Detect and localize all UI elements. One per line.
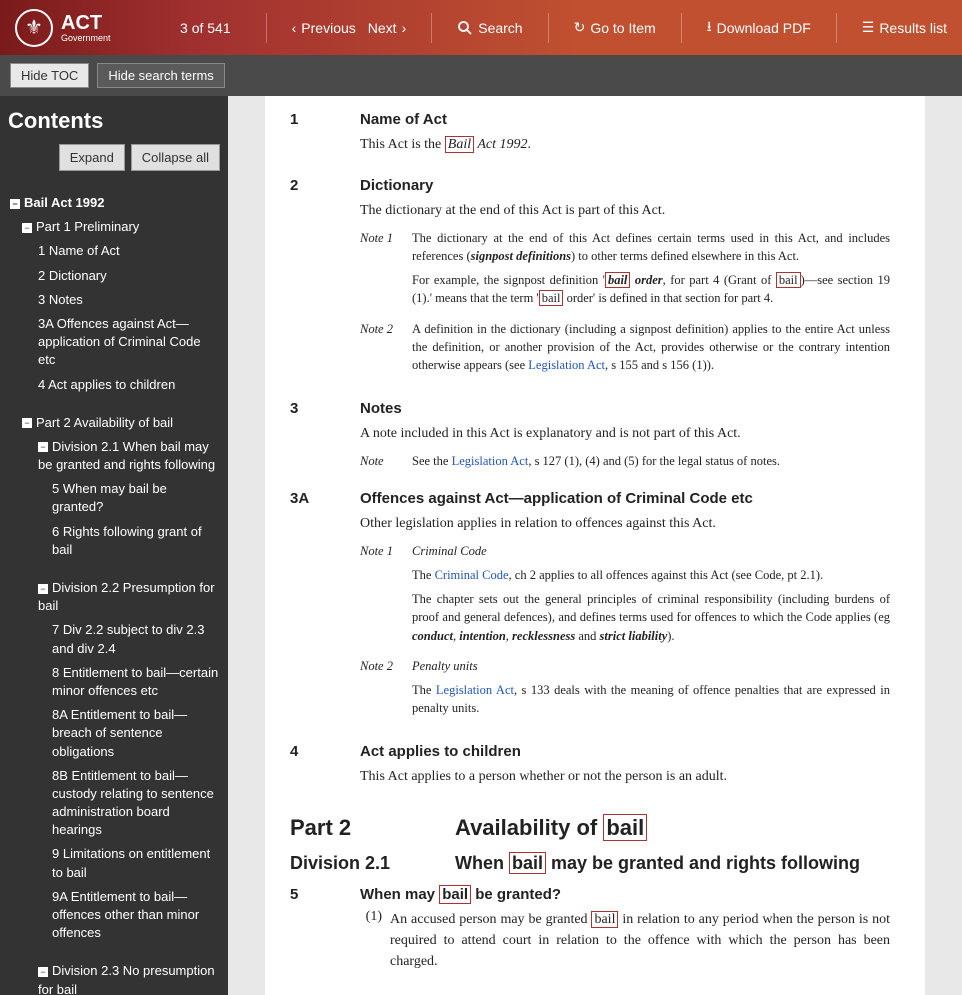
part-heading: Part 2 Availability of bail	[290, 815, 890, 841]
toc-item[interactable]: −Division 2.3 No presumption for bail	[38, 959, 220, 995]
section-number: 2	[290, 177, 360, 386]
toc-item[interactable]: 9 Limitations on entitlement to bail	[52, 842, 220, 884]
section-title: Notes	[360, 400, 890, 417]
document-area: 1 Name of Act This Act is the Bail Act 1…	[228, 96, 962, 995]
section-title: When may bail be granted?	[360, 886, 890, 903]
hide-search-terms-button[interactable]: Hide search terms	[97, 63, 224, 88]
toolbar: Hide TOC Hide search terms	[0, 55, 962, 96]
search-button[interactable]: Search	[457, 20, 522, 36]
toc-item[interactable]: 8A Entitlement to bail—breach of sentenc…	[52, 703, 220, 764]
chevron-right-icon: ›	[402, 20, 407, 36]
document-page: 1 Name of Act This Act is the Bail Act 1…	[265, 96, 925, 995]
toc-item[interactable]: −Division 2.1 When bail may be granted a…	[38, 435, 220, 477]
section-number: 3	[290, 400, 360, 476]
chevron-left-icon: ‹	[292, 20, 297, 36]
note: Note 1 Criminal Code The Criminal Code, …	[360, 542, 890, 651]
results-button[interactable]: ☰ Results list	[862, 19, 947, 36]
subsection: (1) An accused person may be granted bai…	[360, 909, 890, 972]
collapse-icon[interactable]: −	[38, 967, 48, 977]
toc-item[interactable]: −Bail Act 1992	[10, 191, 220, 215]
toc-item[interactable]: 5 When may bail be granted?	[52, 477, 220, 519]
sidebar-title: Contents	[8, 108, 220, 134]
goto-icon: ↻	[574, 19, 586, 36]
toc-item[interactable]: −Division 2.2 Presumption for bail	[38, 576, 220, 618]
note: Note 1 The dictionary at the end of this…	[360, 229, 890, 314]
highlight: bail	[605, 272, 630, 288]
goto-button[interactable]: ↻ Go to Item	[574, 19, 656, 36]
toc-item[interactable]: 6 Rights following grant of bail	[52, 520, 220, 562]
collapse-icon[interactable]: −	[22, 223, 32, 233]
next-button[interactable]: Next ›	[368, 20, 406, 36]
logo-emblem-icon: ⚜	[15, 9, 53, 47]
download-icon: ⭳	[707, 16, 712, 40]
toc-item[interactable]: 4 Act applies to children	[38, 373, 220, 397]
collapse-icon[interactable]: −	[38, 584, 48, 594]
highlight: bail	[776, 272, 801, 288]
note: Note 2 A definition in the dictionary (i…	[360, 320, 890, 380]
division-heading: Division 2.1 When bail may be granted an…	[290, 853, 890, 874]
highlight: bail	[439, 885, 471, 904]
document-scroll[interactable]: 1 Name of Act This Act is the Bail Act 1…	[228, 96, 962, 995]
section-number: 5	[290, 886, 360, 972]
highlight: bail	[591, 911, 618, 928]
page-counter: 3 of 541	[180, 20, 231, 36]
section-title: Name of Act	[360, 111, 890, 128]
hide-toc-button[interactable]: Hide TOC	[10, 63, 89, 88]
top-header: ⚜ ACT Government 3 of 541 ‹ Previous Nex…	[0, 0, 962, 55]
logo-sub: Government	[61, 33, 111, 43]
divider	[431, 13, 432, 43]
list-icon: ☰	[862, 19, 875, 36]
section-title: Act applies to children	[360, 743, 890, 760]
section-text: A note included in this Act is explanato…	[360, 423, 890, 444]
toc-item[interactable]: 3 Notes	[38, 288, 220, 312]
divider	[681, 13, 682, 43]
highlight: bail	[509, 852, 546, 874]
toc-item[interactable]: 8 Entitlement to bail—certain minor offe…	[52, 661, 220, 703]
section-title: Offences against Act—application of Crim…	[360, 490, 890, 507]
highlight: bail	[603, 814, 647, 841]
toc-item[interactable]: 1 Name of Act	[38, 239, 220, 263]
link[interactable]: Criminal Code	[435, 568, 509, 582]
toc-item[interactable]: 7 Div 2.2 subject to div 2.3 and div 2.4	[52, 618, 220, 660]
note: Note 2 Penalty units The Legislation Act…	[360, 657, 890, 723]
section-number: 4	[290, 743, 360, 795]
highlight: bail	[539, 290, 564, 306]
section-number: 1	[290, 111, 360, 163]
note: Note See the Legislation Act, s 127 (1),…	[360, 452, 890, 470]
divider	[548, 13, 549, 43]
download-button[interactable]: ⭳ Download PDF	[707, 16, 811, 40]
toc-item[interactable]: 3A Offences against Act—application of C…	[38, 312, 220, 373]
toc-item[interactable]: −Part 1 Preliminary	[22, 215, 220, 239]
link[interactable]: Legislation Act	[452, 454, 529, 468]
section-text: This Act is the Bail Act 1992.	[360, 134, 890, 155]
section-text: This Act applies to a person whether or …	[360, 766, 890, 787]
collapse-button[interactable]: Collapse all	[131, 144, 220, 171]
previous-button[interactable]: ‹ Previous	[292, 20, 356, 36]
logo-main: ACT	[61, 13, 111, 33]
toc-item[interactable]: 8B Entitlement to bail—custody relating …	[52, 764, 220, 843]
divider	[266, 13, 267, 43]
toc-list: −Bail Act 1992−Part 1 Preliminary1 Name …	[8, 191, 220, 995]
section-number: 3A	[290, 490, 360, 729]
toc-item[interactable]: −Part 2 Availability of bail	[22, 411, 220, 435]
highlight: Bail	[445, 136, 474, 153]
section-text: The dictionary at the end of this Act is…	[360, 200, 890, 221]
toc-item[interactable]: 9A Entitlement to bail—offences other th…	[52, 885, 220, 946]
collapse-icon[interactable]: −	[22, 418, 32, 428]
collapse-icon[interactable]: −	[38, 442, 48, 452]
expand-button[interactable]: Expand	[59, 144, 125, 171]
toc-item[interactable]: 2 Dictionary	[38, 264, 220, 288]
section-title: Dictionary	[360, 177, 890, 194]
divider	[836, 13, 837, 43]
logo: ⚜ ACT Government	[15, 9, 111, 47]
collapse-icon[interactable]: −	[10, 199, 20, 209]
link[interactable]: Legislation Act	[528, 358, 605, 372]
toc-sidebar[interactable]: Contents Expand Collapse all −Bail Act 1…	[0, 96, 228, 995]
link[interactable]: Legislation Act	[436, 683, 514, 697]
section-text: Other legislation applies in relation to…	[360, 513, 890, 534]
search-icon	[457, 20, 473, 36]
